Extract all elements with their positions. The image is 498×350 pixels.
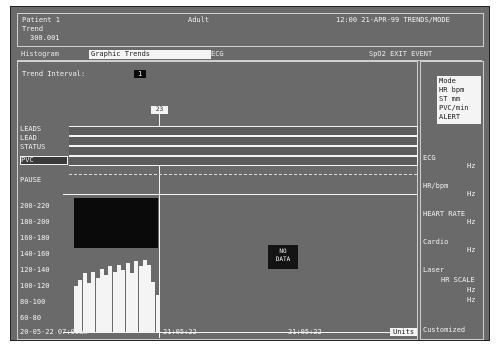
no-data-line-2: DATA — [275, 256, 291, 263]
y-label: 160-180 — [20, 234, 50, 242]
monitor-screen: Patient 1 Trend 300.001 Adult 12:00 21-A… — [10, 6, 490, 341]
header-left-mid: Trend — [22, 25, 44, 33]
sidebar-item[interactable]: HR/bpm — [423, 182, 448, 190]
tab-graphic-trends[interactable]: Graphic Trends — [89, 50, 211, 59]
sidebar-item[interactable]: HEART RATE — [423, 210, 465, 218]
x-axis — [63, 332, 417, 337]
sidebar-mode-line: PVC/min — [439, 104, 469, 112]
header-left-bottom: 300.001 — [30, 34, 60, 42]
units-button[interactable]: Units — [390, 328, 418, 336]
sidebar-customized[interactable]: Customized — [423, 326, 465, 334]
no-data-label: NO DATA — [268, 245, 298, 269]
trend-panel: Trend Interval: 1 23 LEADS LEAD STATUS P… — [17, 61, 418, 340]
sidebar-mode-line: ALERT — [439, 113, 461, 121]
time-cursor-tag[interactable]: 23 — [151, 106, 168, 114]
sidebar-item[interactable]: HR SCALE — [441, 276, 475, 284]
row-label-leads: LEADS — [20, 125, 42, 133]
parameter-sidebar: Mode HR bpm ST mm PVC/min ALERT ECG Hz H… — [420, 61, 484, 340]
sidebar-mode-block[interactable]: Mode HR bpm ST mm PVC/min ALERT — [437, 76, 481, 124]
tab-spo2-exit-event[interactable]: SpO2 EXIT EVENT — [367, 50, 434, 59]
sidebar-mode-line: HR bpm — [439, 86, 465, 94]
tab-histogram[interactable]: Histogram — [19, 50, 61, 59]
trend-dark-region — [74, 198, 158, 248]
sidebar-item-unit: Hz — [467, 296, 476, 304]
sidebar-item[interactable]: Cardio — [423, 238, 448, 246]
sidebar-item-unit: Hz — [467, 246, 476, 254]
row-label-pause: PAUSE — [20, 176, 42, 184]
histogram-bar — [155, 295, 160, 332]
event-row-pvc — [69, 156, 418, 166]
event-row-status — [69, 146, 418, 156]
tab-bar: Histogram Graphic Trends ECG SpO2 EXIT E… — [17, 49, 482, 61]
sidebar-item[interactable]: ECG — [423, 154, 436, 162]
sidebar-item-unit: Hz — [467, 190, 476, 198]
sidebar-mode-line: Mode — [439, 77, 456, 85]
row-label-pvc: PVC — [20, 156, 68, 165]
sidebar-item-unit: Hz — [467, 286, 476, 294]
y-label: 120-140 — [20, 266, 50, 274]
header-right: 12:00 21-APR-99 TRENDS/MODE — [336, 16, 450, 24]
header-center: Adult — [188, 16, 210, 24]
y-label: 60-80 — [20, 314, 42, 322]
interval-value[interactable]: 1 — [134, 70, 147, 78]
sidebar-item-unit: Hz — [467, 218, 476, 226]
event-row-leads — [69, 126, 418, 136]
header-left-top: Patient 1 — [22, 16, 60, 24]
sidebar-item-unit: Hz — [467, 162, 476, 170]
y-label: 140-160 — [20, 250, 50, 258]
x-label-mid: 21:05:22 — [163, 328, 197, 336]
row-label-status: STATUS — [20, 143, 46, 151]
no-data-line-1: NO — [279, 248, 287, 255]
x-label-start: 20-05-22 07:00am — [20, 328, 88, 336]
row-label-lead: LEAD — [20, 134, 37, 142]
y-label: 80-100 — [20, 298, 46, 306]
event-row-lead — [69, 136, 418, 146]
x-label-end: 21:05:22 — [288, 328, 322, 336]
sidebar-item[interactable]: Laser — [423, 266, 444, 274]
event-row-separator — [69, 174, 417, 175]
header-bar: Patient 1 Trend 300.001 Adult 12:00 21-A… — [17, 13, 484, 47]
y-label: 100-120 — [20, 282, 50, 290]
y-label: 200-220 — [20, 202, 50, 210]
panel-title: Trend Interval: — [22, 70, 86, 78]
sidebar-mode-line: ST mm — [439, 95, 461, 103]
y-label: 180-200 — [20, 218, 50, 226]
tab-ecg[interactable]: ECG — [209, 50, 226, 59]
